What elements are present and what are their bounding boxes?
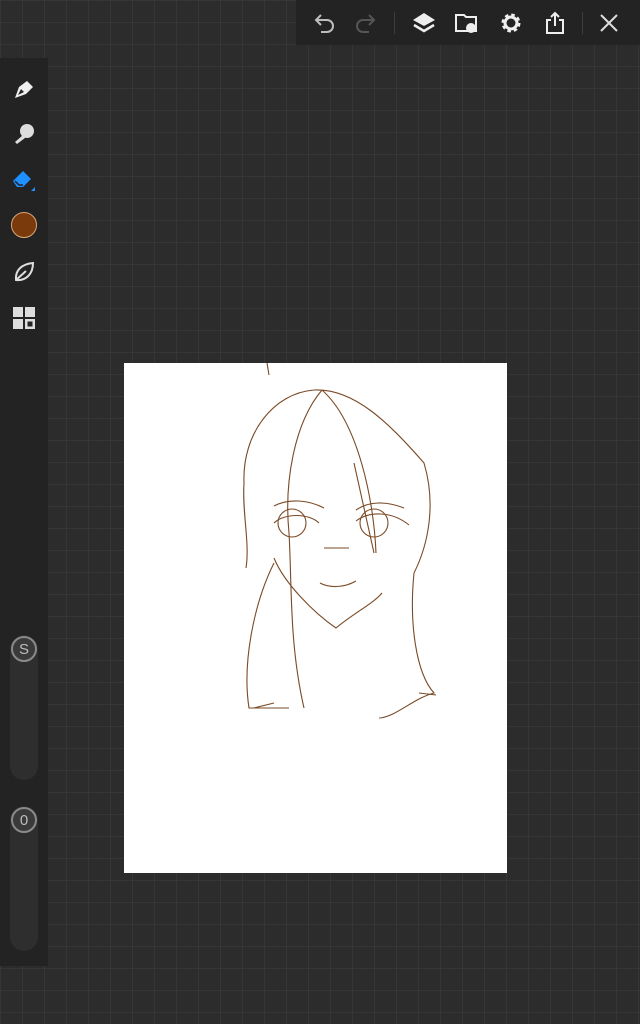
close-icon[interactable] bbox=[596, 10, 622, 36]
tool-sidebar: S 0 bbox=[0, 58, 48, 966]
opacity-slider[interactable]: 0 bbox=[10, 806, 38, 951]
drawing-canvas[interactable] bbox=[124, 362, 507, 873]
divider bbox=[394, 12, 395, 34]
divider bbox=[582, 12, 583, 34]
opacity-slider-knob[interactable]: 0 bbox=[11, 807, 37, 833]
settings-icon[interactable] bbox=[498, 10, 524, 36]
sketch-drawing bbox=[243, 362, 437, 719]
eraser-tool-icon[interactable] bbox=[10, 166, 38, 194]
layers-icon[interactable] bbox=[411, 10, 437, 36]
top-toolbar bbox=[296, 0, 640, 45]
grid-tool-icon[interactable] bbox=[10, 304, 38, 332]
color-picker-swatch[interactable] bbox=[11, 212, 37, 238]
size-slider-knob[interactable]: S bbox=[11, 636, 37, 662]
undo-icon[interactable] bbox=[312, 10, 338, 36]
leaf-tool-icon[interactable] bbox=[10, 258, 38, 286]
share-icon[interactable] bbox=[542, 10, 568, 36]
smudge-tool-icon[interactable] bbox=[10, 120, 38, 148]
gallery-icon[interactable] bbox=[454, 10, 480, 36]
redo-icon[interactable] bbox=[352, 10, 378, 36]
size-slider[interactable]: S bbox=[10, 635, 38, 780]
brush-tool-icon[interactable] bbox=[10, 75, 38, 103]
